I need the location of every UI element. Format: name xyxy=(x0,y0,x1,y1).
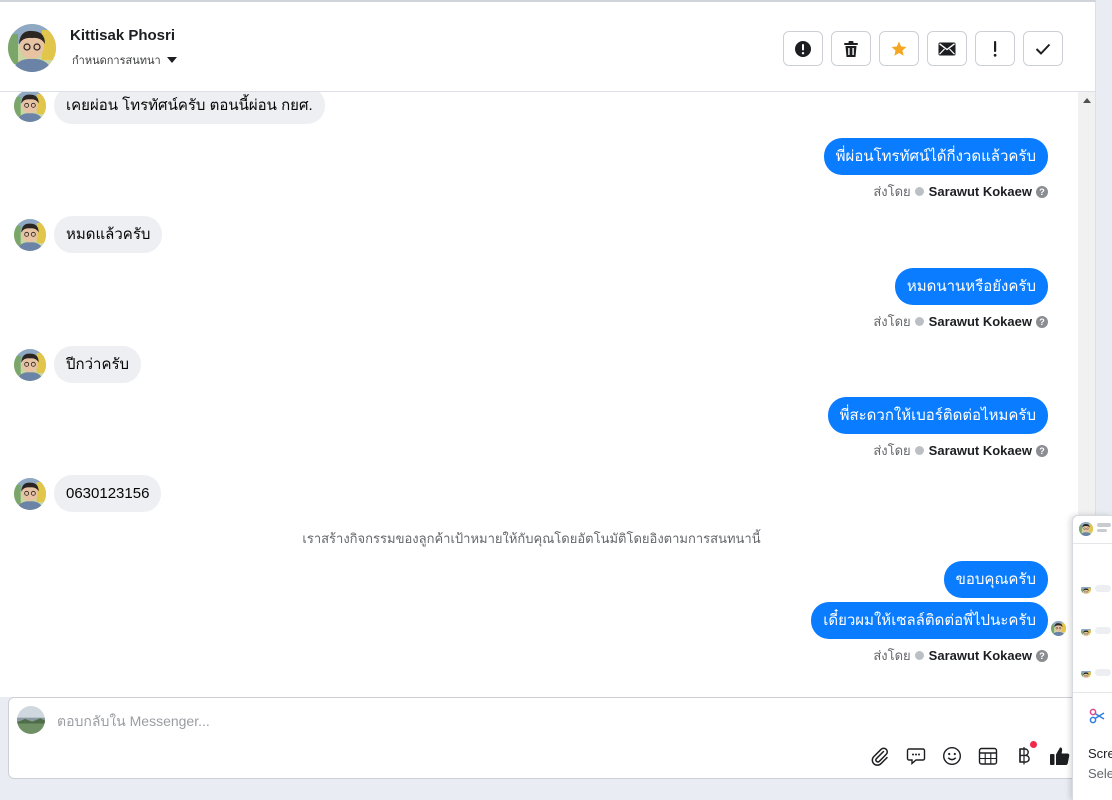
verified-icon xyxy=(914,651,924,660)
incoming-message: ปีกว่าครับ xyxy=(14,346,142,383)
saved-reply-button[interactable] xyxy=(905,745,927,767)
check-icon xyxy=(1035,43,1051,55)
agent-name[interactable]: Sarawut Kokaew xyxy=(929,443,1032,458)
exclamation-icon xyxy=(993,40,997,57)
snip-subtitle: Sele xyxy=(1088,766,1112,781)
message-thread: เคยผ่อน โทรทัศน์ครับ ตอนนี้ผ่อน กยศ. พี่… xyxy=(0,92,1078,697)
contact-avatar xyxy=(14,92,46,122)
contact-avatar xyxy=(14,477,46,510)
outgoing-bubble[interactable]: ขอบคุณครับ xyxy=(943,561,1048,598)
incoming-bubble[interactable]: เคยผ่อน โทรทัศน์ครับ ตอนนี้ผ่อน กยศ. xyxy=(54,92,325,124)
incoming-bubble[interactable]: ปีกว่าครับ xyxy=(54,346,142,383)
paperclip-icon xyxy=(871,747,888,766)
divider xyxy=(1073,692,1112,693)
incoming-bubble[interactable]: 0630123156 xyxy=(54,475,162,512)
contact-avatar[interactable] xyxy=(8,24,56,72)
divider xyxy=(1073,543,1112,544)
snip-title: Scre xyxy=(1088,746,1112,761)
star-button[interactable] xyxy=(879,31,919,66)
help-icon[interactable]: ? xyxy=(1036,315,1048,328)
mark-unread-button[interactable] xyxy=(927,31,967,66)
verified-icon xyxy=(914,446,924,455)
emoji-button[interactable] xyxy=(941,745,963,767)
conversation-header: Kittisak Phosri กำหนดการสนทนา xyxy=(0,0,1096,92)
sent-by-prefix: ส่งโดย xyxy=(873,184,911,199)
calendar-icon xyxy=(978,747,998,765)
contact-name[interactable]: Kittisak Phosri xyxy=(70,27,175,44)
caret-down-icon xyxy=(166,57,177,63)
outgoing-bubble[interactable]: หมดนานหรือยังครับ xyxy=(894,268,1048,305)
notification-dot xyxy=(1030,741,1037,748)
help-icon[interactable]: ? xyxy=(1036,185,1048,198)
thumb-bubble xyxy=(1095,585,1111,592)
thumbs-up-icon xyxy=(1050,747,1070,765)
reply-composer xyxy=(8,697,1086,779)
sent-by-prefix: ส่งโดย xyxy=(873,443,911,458)
mark-done-button[interactable] xyxy=(1023,31,1063,66)
composer-tools xyxy=(869,741,1071,767)
agent-name[interactable]: Sarawut Kokaew xyxy=(929,648,1032,663)
follow-up-button[interactable] xyxy=(975,31,1015,66)
trash-icon xyxy=(844,40,858,57)
verified-icon xyxy=(914,317,924,326)
verified-icon xyxy=(914,187,924,196)
envelope-icon xyxy=(938,42,956,55)
incoming-bubble[interactable]: หมดแล้วครับ xyxy=(54,216,163,253)
saved-reply-icon xyxy=(906,748,926,766)
baht-payment-icon xyxy=(1019,747,1030,765)
delete-button[interactable] xyxy=(831,31,871,66)
help-icon[interactable]: ? xyxy=(1036,444,1048,457)
assign-label: กำหนดการสนทนา xyxy=(72,55,161,67)
thumb-avatar xyxy=(1081,668,1091,678)
screen-snip-notification[interactable]: Scre Sele xyxy=(1072,515,1112,800)
sent-by-prefix: ส่งโดย xyxy=(873,314,911,329)
thumb-text xyxy=(1097,529,1107,532)
thumb-avatar xyxy=(1079,522,1093,536)
emoji-icon xyxy=(942,746,962,766)
sent-by-label: ส่งโดย Sarawut Kokaew ? xyxy=(873,181,1048,202)
snipping-tool-icon xyxy=(1089,708,1105,724)
agent-name[interactable]: Sarawut Kokaew xyxy=(929,184,1032,199)
sent-by-label: ส่งโดย Sarawut Kokaew ? xyxy=(873,645,1048,666)
sent-by-label: ส่งโดย Sarawut Kokaew ? xyxy=(873,440,1048,461)
conversation-actions xyxy=(783,31,1063,66)
contact-avatar xyxy=(14,348,46,381)
outgoing-bubble[interactable]: พี่สะดวกให้เบอร์ติดต่อไหมครับ xyxy=(827,397,1048,434)
payment-button[interactable] xyxy=(1013,741,1037,767)
like-button[interactable] xyxy=(1049,745,1071,767)
reply-input[interactable] xyxy=(57,710,957,732)
mark-spam-button[interactable] xyxy=(783,31,823,66)
scroll-up-icon[interactable] xyxy=(1083,98,1091,103)
assign-conversation-dropdown[interactable]: กำหนดการสนทนา xyxy=(72,51,177,69)
alert-circle-icon xyxy=(795,40,811,57)
incoming-message: 0630123156 xyxy=(14,475,162,512)
agent-name[interactable]: Sarawut Kokaew xyxy=(929,314,1032,329)
contact-avatar xyxy=(14,218,46,251)
thumb-avatar xyxy=(1081,626,1091,636)
system-notice: เราสร้างกิจกรรมของลูกค้าเป้าหมายให้กับคุ… xyxy=(302,531,761,546)
incoming-message: หมดแล้วครับ xyxy=(14,216,163,253)
outgoing-bubble[interactable]: เดี๋ยวผมให้เซลล์ติดต่อพี่ไปนะครับ xyxy=(811,602,1048,639)
outgoing-bubble[interactable]: พี่ผ่อนโทรทัศน์ได้กี่งวดแล้วครับ xyxy=(823,138,1048,175)
seen-avatar xyxy=(1051,621,1066,636)
inbox-conversation-view: Kittisak Phosri กำหนดการสนทนา เคยผ่อน โท… xyxy=(0,0,1112,800)
sent-by-prefix: ส่งโดย xyxy=(873,648,911,663)
appointment-button[interactable] xyxy=(977,745,999,767)
page-avatar xyxy=(17,706,45,734)
star-icon xyxy=(891,41,907,56)
attach-button[interactable] xyxy=(869,745,891,767)
thumb-text xyxy=(1097,523,1111,527)
sent-by-label: ส่งโดย Sarawut Kokaew ? xyxy=(873,311,1048,332)
thumb-avatar xyxy=(1081,584,1091,594)
thumb-bubble xyxy=(1095,669,1111,676)
thumb-bubble xyxy=(1095,627,1111,634)
help-icon[interactable]: ? xyxy=(1036,649,1048,662)
incoming-message: เคยผ่อน โทรทัศน์ครับ ตอนนี้ผ่อน กยศ. xyxy=(14,92,325,124)
